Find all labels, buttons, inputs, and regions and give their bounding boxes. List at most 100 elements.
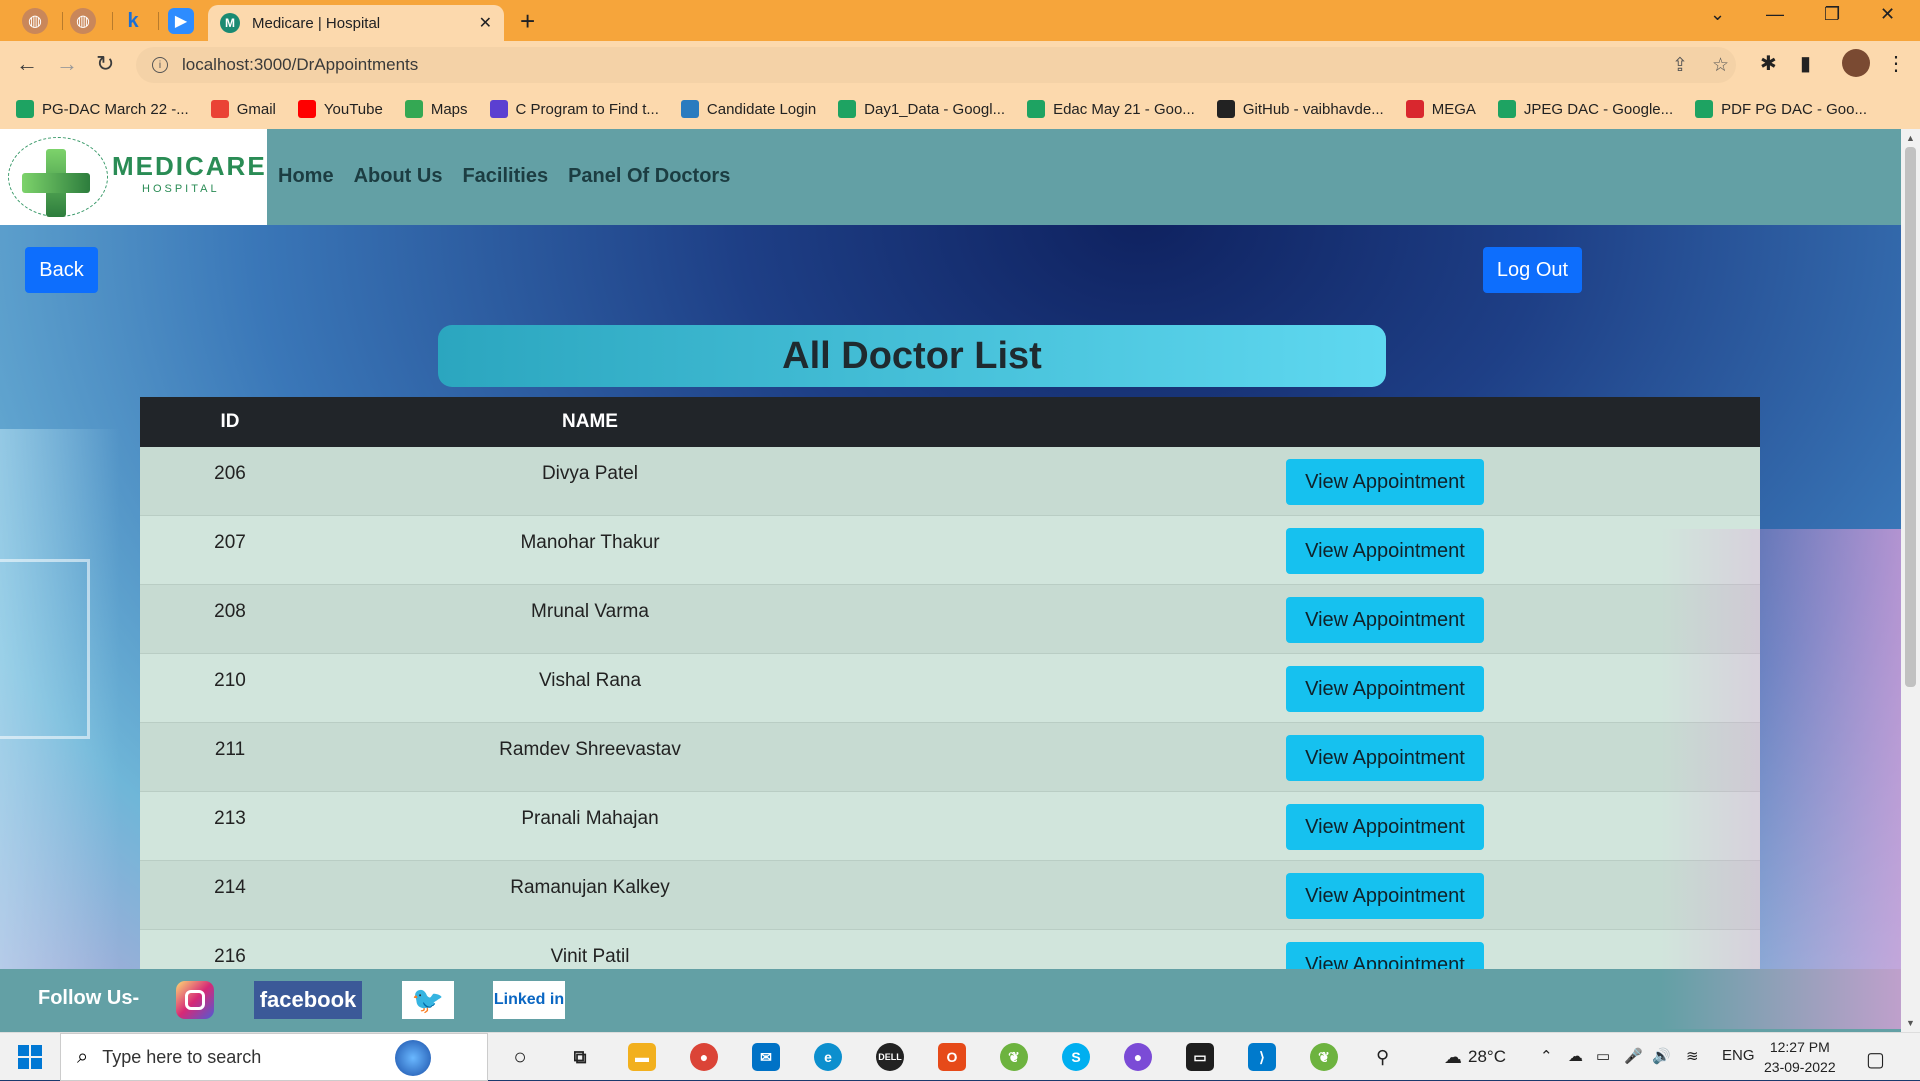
tray-chevron-icon[interactable]: ⌃ (1540, 1047, 1553, 1065)
bookmark-item[interactable]: PG-DAC March 22 -... (16, 100, 189, 118)
new-tab-icon[interactable]: + (520, 6, 535, 37)
nav-facilities[interactable]: Facilities (462, 165, 548, 188)
reload-icon[interactable]: ↻ (96, 51, 114, 77)
hospital-logo[interactable]: MEDICARE HOSPITAL (0, 129, 267, 225)
tab-title: Medicare | Hospital (252, 14, 381, 32)
zoom-tab-icon[interactable]: ▶ (168, 8, 194, 34)
view-appointment-button[interactable]: View Appointment (1286, 666, 1484, 712)
view-appointment-button[interactable]: View Appointment (1286, 528, 1484, 574)
bookmark-item[interactable]: GitHub - vaibhavde... (1216, 100, 1384, 118)
vscode-icon[interactable]: ⟩ (1248, 1043, 1276, 1071)
terminal-icon[interactable]: ▭ (1186, 1043, 1214, 1071)
nav-panel-of-doctors[interactable]: Panel Of Doctors (568, 165, 730, 188)
weather-icon[interactable]: ☁ (1444, 1047, 1462, 1068)
spring-tools-icon[interactable]: ❦ (1310, 1043, 1338, 1071)
pinned-tab-icon[interactable]: ◍ (70, 8, 96, 34)
nav-about-us[interactable]: About Us (354, 165, 443, 188)
clock-date: 23-09-2022 (1764, 1059, 1836, 1075)
google-drive-icon (1497, 100, 1516, 118)
bookmark-item[interactable]: MEGA (1405, 100, 1476, 118)
nav-home[interactable]: Home (278, 165, 334, 188)
battery-icon[interactable]: ▭ (1596, 1047, 1610, 1065)
dell-icon[interactable]: DELL (876, 1043, 904, 1071)
window-close-icon[interactable]: ✕ (1880, 4, 1895, 25)
file-explorer-icon[interactable]: ▬ (628, 1043, 656, 1071)
taskbar-search-input[interactable]: ⌕ Type here to search (60, 1033, 488, 1081)
clock-time: 12:27 PM (1769, 1039, 1830, 1055)
notifications-icon[interactable]: ▢ (1866, 1047, 1885, 1072)
view-appointment-button[interactable]: View Appointment (1286, 597, 1484, 643)
view-appointment-button[interactable]: View Appointment (1286, 459, 1484, 505)
bookmark-item[interactable]: PDF PG DAC - Goo... (1695, 100, 1867, 118)
wifi-icon[interactable]: ≋ (1686, 1047, 1699, 1065)
chrome-profile-icon[interactable]: ● (1124, 1043, 1152, 1071)
tab-close-icon[interactable]: ✕ (479, 13, 492, 33)
bookmark-item[interactable]: Day1_Data - Googl... (838, 100, 1005, 118)
pinned-tab-icon[interactable]: ◍ (22, 8, 48, 34)
table-row: 206 Divya Patel View Appointment (140, 447, 1760, 516)
spring-icon[interactable]: ❦ (1000, 1043, 1028, 1071)
bookmark-item[interactable]: C Program to Find t... (489, 100, 659, 118)
instagram-icon[interactable] (176, 981, 214, 1019)
bookmark-label: Gmail (236, 100, 276, 118)
windows-start-icon[interactable] (18, 1045, 42, 1069)
site-info-icon[interactable]: i (152, 57, 168, 73)
forward-arrow-icon[interactable]: → (56, 51, 78, 77)
logout-button[interactable]: Log Out (1483, 247, 1582, 293)
minimize-icon[interactable]: — (1766, 4, 1784, 25)
doctor-name: Vishal Rana (538, 670, 642, 691)
back-arrow-icon[interactable]: ← (16, 51, 38, 77)
tab-search-icon[interactable]: ⌄ (1710, 4, 1725, 25)
microphone-icon[interactable]: 🎤 (1624, 1047, 1643, 1065)
twitter-icon[interactable]: 🐦 (402, 981, 454, 1019)
bookmark-item[interactable]: JPEG DAC - Google... (1497, 100, 1673, 118)
bookmark-star-icon[interactable]: ☆ (1712, 54, 1729, 77)
menu-kebab-icon[interactable]: ⋮ (1886, 51, 1906, 76)
bookmark-item[interactable]: Maps (404, 100, 468, 118)
back-button[interactable]: Back (25, 247, 98, 293)
bookmark-item[interactable]: Gmail (210, 100, 276, 118)
view-appointment-button[interactable]: View Appointment (1286, 873, 1484, 919)
onedrive-icon[interactable]: ☁ (1568, 1047, 1583, 1065)
profile-avatar[interactable] (1842, 49, 1870, 77)
header-id: ID (220, 411, 240, 432)
doctor-table: ID NAME 206 Divya Patel View Appointment 20… (140, 397, 1760, 999)
bookmark-item[interactable]: Edac May 21 - Goo... (1027, 100, 1195, 118)
system-clock[interactable]: 12:27 PM 23-09-2022 (1764, 1037, 1836, 1077)
url-text[interactable]: localhost:3000/DrAppointments (182, 55, 418, 75)
share-icon[interactable]: ⇪ (1672, 54, 1688, 77)
doctor-id: 211 (214, 739, 246, 760)
table-header: ID NAME (140, 397, 1760, 447)
skype-icon[interactable]: S (1062, 1043, 1090, 1071)
github-icon (1216, 100, 1235, 118)
bookmark-item[interactable]: YouTube (297, 100, 383, 118)
extensions-icon[interactable]: ✱ (1760, 51, 1777, 76)
page-scrollbar[interactable]: ▲ ▼ (1901, 129, 1920, 1032)
address-bar[interactable]: i localhost:3000/DrAppointments ⇪ ☆ (136, 47, 1736, 83)
edge-icon[interactable]: e (814, 1043, 842, 1071)
table-row: 213 Pranali Mahajan View Appointment (140, 792, 1760, 861)
linkedin-label: Linked in (493, 991, 565, 1008)
search-highlight-icon (395, 1040, 431, 1076)
weather-temp[interactable]: 28°C (1468, 1047, 1506, 1067)
bookmark-item[interactable]: Candidate Login (680, 100, 816, 118)
facebook-icon[interactable]: facebook (254, 981, 362, 1019)
gmail-icon (210, 100, 229, 118)
people-icon[interactable]: ⚲ (1376, 1047, 1389, 1068)
doctor-id: 214 (214, 877, 246, 898)
office-icon[interactable]: O (938, 1043, 966, 1071)
scrollbar-thumb[interactable] (1905, 147, 1916, 687)
active-tab[interactable]: M Medicare | Hospital ✕ (208, 5, 504, 41)
restore-icon[interactable]: ❐ (1824, 4, 1840, 25)
mail-icon[interactable]: ✉ (752, 1043, 780, 1071)
volume-icon[interactable]: 🔊 (1652, 1047, 1671, 1065)
chrome-icon[interactable]: ● (690, 1043, 718, 1071)
view-appointment-button[interactable]: View Appointment (1286, 735, 1484, 781)
view-appointment-button[interactable]: View Appointment (1286, 804, 1484, 850)
cortana-icon[interactable]: ○ (506, 1043, 534, 1071)
linkedin-icon[interactable]: Linked in (493, 981, 565, 1019)
task-view-icon[interactable]: ⧉ (566, 1043, 594, 1071)
language-indicator[interactable]: ENG (1722, 1047, 1755, 1064)
side-panel-icon[interactable]: ▮ (1800, 51, 1811, 76)
pinned-tab-k-icon[interactable]: k (120, 8, 146, 34)
